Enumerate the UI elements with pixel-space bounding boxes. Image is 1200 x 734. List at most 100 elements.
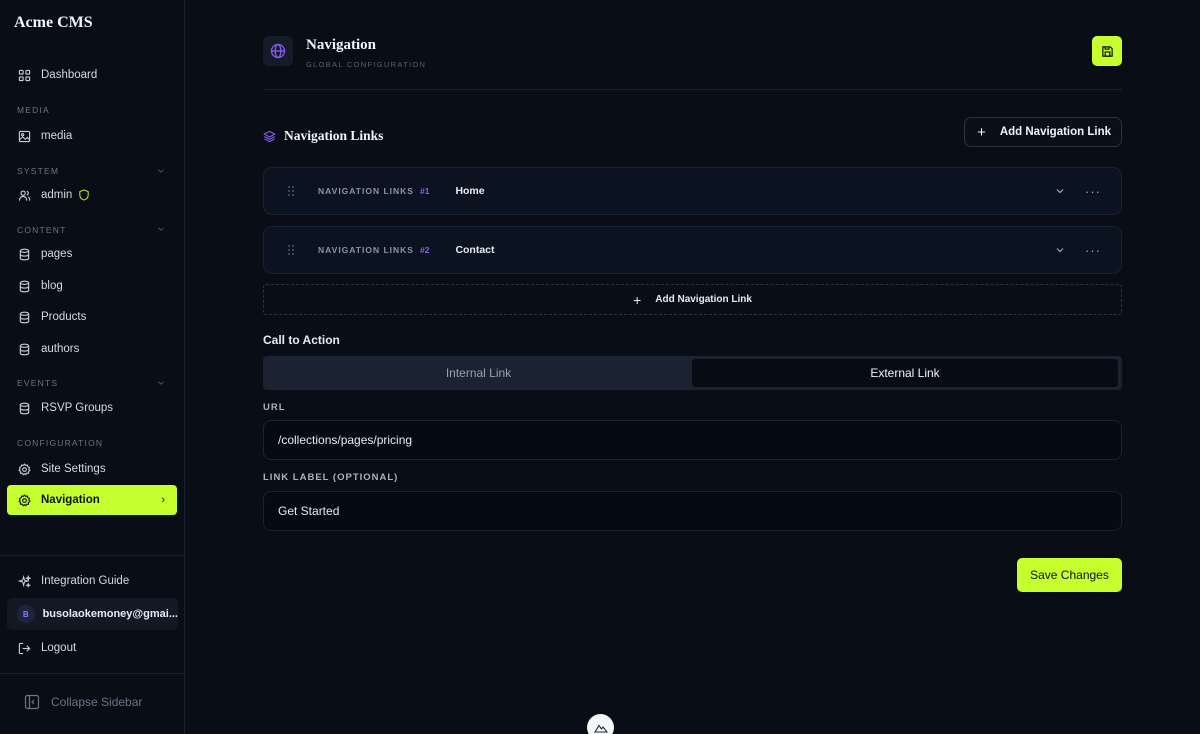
- sidebar-item-label: Site Settings: [41, 463, 106, 475]
- section-label-system: SYSTEM: [17, 166, 60, 176]
- add-navigation-link-dashed-button[interactable]: + Add Navigation Link: [263, 284, 1122, 315]
- logout-icon: [17, 641, 31, 655]
- row-label: NAVIGATION LINKS: [318, 245, 414, 255]
- sidebar-item-products[interactable]: Products: [7, 302, 177, 332]
- toggle-external-link[interactable]: External Link: [692, 359, 1118, 387]
- sparkles-icon: [17, 574, 31, 588]
- sidebar-item-label: Integration Guide: [41, 575, 130, 587]
- globe-icon: [270, 43, 286, 59]
- user-email: busolaokemoney@gmai...: [42, 608, 178, 620]
- gear-icon: [17, 462, 31, 476]
- link-type-toggle: Internal Link External Link: [263, 356, 1122, 390]
- save-icon: [1101, 45, 1113, 57]
- chevron-down-icon[interactable]: [157, 225, 165, 233]
- section-title-text: Navigation Links: [284, 128, 384, 143]
- user-account[interactable]: B busolaokemoney@gmai...: [7, 598, 178, 630]
- section-label-content: CONTENT: [17, 225, 67, 235]
- save-button[interactable]: [1092, 36, 1122, 66]
- mountain-icon: [593, 724, 608, 733]
- plus-icon: +: [633, 291, 642, 308]
- sidebar-item-blog[interactable]: blog: [7, 271, 177, 301]
- database-icon: [17, 279, 31, 293]
- row-label: NAVIGATION LINKS: [318, 186, 414, 196]
- sidebar-item-label: blog: [41, 280, 63, 292]
- sidebar-item-pages[interactable]: pages: [7, 239, 177, 269]
- more-icon[interactable]: ···: [1085, 185, 1101, 198]
- section-label-media: MEDIA: [17, 105, 50, 115]
- users-icon: [17, 188, 31, 202]
- brand-logo: Acme CMS: [14, 14, 93, 31]
- divider: [0, 555, 185, 556]
- sidebar-item-label: RSVP Groups: [41, 402, 114, 414]
- database-icon: [17, 310, 31, 324]
- sidebar-item-label: Products: [41, 311, 87, 323]
- link-label-label: LINK LABEL (OPTIONAL): [263, 472, 399, 483]
- row-number: #2: [419, 245, 430, 255]
- drag-handle-icon[interactable]: [287, 185, 295, 197]
- sidebar-item-site-settings[interactable]: Site Settings: [7, 454, 177, 484]
- sidebar-item-label: Logout: [41, 642, 77, 654]
- sidebar-item-label: pages: [41, 248, 73, 260]
- collapse-label: Collapse Sidebar: [51, 695, 143, 709]
- url-label: URL: [263, 402, 286, 413]
- divider: [0, 673, 185, 674]
- shield-icon: [79, 189, 90, 201]
- link-label-input[interactable]: [263, 491, 1122, 531]
- sidebar-item-integration-guide[interactable]: Integration Guide: [7, 566, 177, 596]
- sidebar-item-admin[interactable]: admin: [7, 180, 177, 210]
- avatar: B: [17, 605, 35, 623]
- chevron-right-icon: ›: [161, 494, 165, 506]
- chevron-down-icon[interactable]: [1055, 245, 1065, 255]
- row-actions: ···: [1055, 185, 1101, 198]
- database-icon: [17, 342, 31, 356]
- collapse-sidebar-button[interactable]: Collapse Sidebar: [24, 694, 142, 710]
- row-actions: ···: [1055, 244, 1101, 257]
- row-number: #1: [419, 186, 430, 196]
- grid-icon: [17, 68, 31, 82]
- chevron-down-icon[interactable]: [1055, 186, 1065, 196]
- image-icon: [17, 129, 31, 143]
- navigation-link-row[interactable]: NAVIGATION LINKS #2 Contact ···: [263, 226, 1122, 274]
- cta-title: Call to Action: [263, 333, 340, 347]
- page-title: Navigation: [306, 37, 377, 53]
- main-content: Navigation GLOBAL CONFIGURATION Navigati…: [263, 0, 1122, 734]
- layers-icon: [263, 130, 276, 142]
- divider: [263, 89, 1122, 90]
- chevron-down-icon[interactable]: [157, 379, 165, 387]
- button-label: Add Navigation Link: [999, 126, 1111, 138]
- sidebar-item-media[interactable]: media: [7, 121, 177, 151]
- url-input[interactable]: [263, 420, 1122, 460]
- gear-icon: [17, 493, 31, 507]
- more-icon[interactable]: ···: [1085, 244, 1101, 257]
- sidebar-item-label: admin: [41, 189, 73, 201]
- sidebar-item-navigation[interactable]: Navigation ›: [7, 485, 177, 515]
- add-navigation-link-button[interactable]: + Add Navigation Link: [964, 117, 1122, 147]
- section-label-events: EVENTS: [17, 378, 59, 388]
- button-label: Add Navigation Link: [655, 294, 752, 305]
- sidebar: Acme CMS Dashboard MEDIA media SYSTEM ad…: [0, 0, 185, 734]
- navigation-link-row[interactable]: NAVIGATION LINKS #1 Home ···: [263, 167, 1122, 215]
- toggle-internal-link[interactable]: Internal Link: [266, 359, 691, 387]
- sidebar-item-label: authors: [41, 343, 80, 355]
- section-label-configuration: CONFIGURATION: [17, 438, 104, 448]
- sidebar-item-label: media: [41, 130, 73, 142]
- page-icon: [263, 36, 293, 66]
- sidebar-item-authors[interactable]: authors: [7, 334, 177, 364]
- database-icon: [17, 401, 31, 415]
- database-icon: [17, 247, 31, 261]
- devtools-badge[interactable]: [587, 714, 614, 734]
- section-title: Navigation Links: [263, 128, 383, 144]
- sidebar-item-label: Navigation: [41, 494, 100, 506]
- row-name: Contact: [455, 244, 495, 256]
- sidebar-item-rsvp-groups[interactable]: RSVP Groups: [7, 393, 177, 423]
- row-name: Home: [455, 185, 485, 197]
- drag-handle-icon[interactable]: [287, 244, 295, 256]
- save-changes-button[interactable]: Save Changes: [1017, 558, 1122, 592]
- sidebar-item-label: Dashboard: [41, 69, 98, 81]
- chevron-down-icon[interactable]: [157, 167, 165, 175]
- page-subtitle: GLOBAL CONFIGURATION: [306, 60, 427, 69]
- plus-icon: +: [977, 123, 986, 141]
- sidebar-item-dashboard[interactable]: Dashboard: [7, 60, 177, 90]
- sidebar-item-logout[interactable]: Logout: [7, 633, 177, 663]
- sidebar-collapse-icon: [24, 694, 40, 710]
